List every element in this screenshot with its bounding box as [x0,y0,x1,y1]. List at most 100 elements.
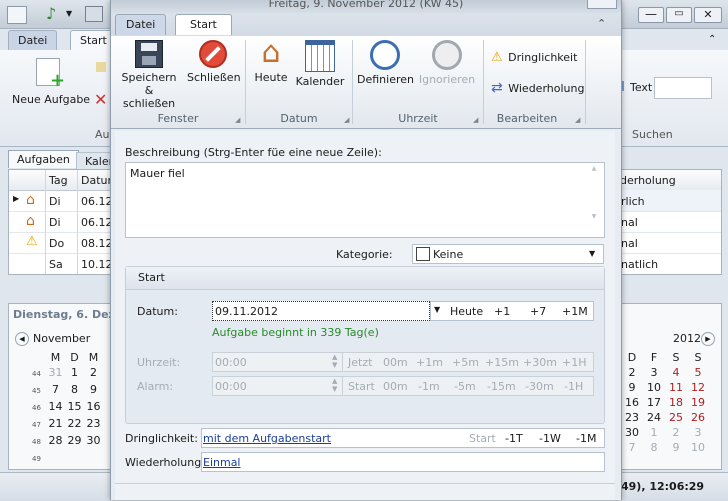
new-task-button[interactable]: Neue Aufgabe [12,93,90,106]
calendar-day[interactable]: 22 [65,416,84,431]
calendar-day[interactable]: 8 [643,440,665,455]
calendar-day[interactable]: 5 [687,365,709,380]
calendar-day[interactable]: 16 [621,395,643,410]
calendar-day[interactable]: 9 [84,382,103,397]
date-plus7-button[interactable]: +7 [530,305,546,318]
calendar-day[interactable]: 2 [665,425,687,440]
close-task-button[interactable]: Schließen [187,40,241,84]
repeat-field[interactable]: Einmal [201,452,605,472]
calendar-day[interactable]: 4 [665,365,687,380]
minimize-button[interactable]: — [638,7,664,23]
calendar-day[interactable]: 1 [65,365,84,380]
urgency-field[interactable]: mit dem Aufgabenstart Start -1T -1W -1M [201,428,605,448]
calendar-day[interactable]: 9 [621,380,643,395]
time-spinner-icon[interactable]: ▲ ▼ [332,353,337,369]
urgency-start-button[interactable]: Start [469,432,496,445]
calendar-day[interactable]: 19 [687,395,709,410]
date-dropdown-icon[interactable]: ▼ [434,305,440,314]
edit-icon[interactable] [96,62,106,72]
urgency-minus1w-button[interactable]: -1W [539,432,561,445]
calendar-button[interactable]: Kalender [295,40,345,88]
repeat-value[interactable]: Einmal [203,456,241,469]
calendar-day[interactable]: 25 [665,410,687,425]
next-month-button[interactable]: ▶ [701,332,715,346]
alarm-start-button[interactable]: Start [348,380,375,393]
tab-datei[interactable]: Datei [115,14,167,35]
urgency-minus1t-button[interactable]: -1T [505,432,523,445]
alarm-minus15m-button[interactable]: -15m [487,380,516,393]
time-00m-button[interactable]: 00m [383,356,408,369]
calendar-day[interactable]: 18 [665,395,687,410]
alarm-minus30m-button[interactable]: -30m [525,380,554,393]
ribbon-collapse-icon[interactable]: ⌃ [597,17,606,30]
calendar-day[interactable]: 16 [84,399,103,414]
alarm-00m-button[interactable]: 00m [383,380,408,393]
textarea-scrollbar[interactable]: ▲ ▼ [588,165,600,233]
calendar-day[interactable]: 21 [46,416,65,431]
calendar-day[interactable]: 7 [46,382,65,397]
maximize-button[interactable]: ▭ [666,7,692,23]
date-plus1m-button[interactable]: +1M [562,305,588,318]
search-text-input[interactable] [654,77,712,99]
calendar-day[interactable]: 14 [46,399,65,414]
header-wiederholung[interactable]: derholung [620,174,676,187]
calendar-day[interactable]: 9 [665,440,687,455]
bg-ribbon-collapse-icon[interactable]: ⌃ [708,34,716,45]
date-today-button[interactable]: Heute [450,305,483,318]
urgency-button[interactable]: ⚠ Dringlichkeit [491,49,577,67]
calendar-day[interactable]: 3 [643,365,665,380]
delete-icon[interactable]: ✕ [94,90,107,109]
time-now-button[interactable]: Jetzt [348,356,372,369]
define-time-button[interactable]: Definieren [357,40,414,86]
date-input[interactable]: 09.11.2012 [212,301,430,321]
calendar-day[interactable]: 7 [621,440,643,455]
music-note-icon[interactable]: ♪ [46,4,56,23]
dialog-launcher-icon[interactable]: ◢ [575,116,580,124]
calendar-day[interactable]: 31 [46,365,65,380]
repeat-button[interactable]: ⇄ Wiederholung [491,79,584,97]
save-close-button[interactable]: Speichern & schließen [117,40,181,110]
calendar-day[interactable]: 12 [687,380,709,395]
alarm-minus1m-button[interactable]: -1m [418,380,440,393]
calendar-day[interactable]: 15 [65,399,84,414]
time-plus5m-button[interactable]: +5m [452,356,479,369]
bg-tab-datei[interactable]: Datei [8,30,58,51]
calendar-day[interactable]: 17 [643,395,665,410]
urgency-value[interactable]: mit dem Aufgabenstart [203,432,331,445]
time-plus1m-button[interactable]: +1m [416,356,443,369]
description-textarea[interactable]: Mauer fiel ▲ ▼ [125,162,605,238]
category-select[interactable]: Keine ▼ [412,244,604,264]
time-plus1h-button[interactable]: +1H [562,356,587,369]
calendar-day[interactable]: 23 [621,410,643,425]
calendar-day[interactable]: 10 [687,440,709,455]
alarm-spinner-icon[interactable]: ▲ ▼ [332,377,337,393]
dialog-launcher-icon[interactable]: ◢ [235,116,240,124]
close-button[interactable]: ✕ [694,7,722,23]
calendar-day[interactable]: 26 [687,410,709,425]
date-plus1-button[interactable]: +1 [494,305,510,318]
ignore-time-button[interactable]: Ignorieren [417,40,477,86]
header-tag[interactable]: Tag [49,174,68,187]
calendar-day[interactable]: 11 [665,380,687,395]
calendar-day[interactable]: 29 [65,433,84,448]
quick-access-dropdown-icon[interactable]: ▼ [66,9,72,18]
print-icon[interactable] [85,6,103,22]
calendar-day[interactable]: 2 [84,365,103,380]
today-button[interactable]: ⌂ Heute [251,38,291,85]
calendar-day[interactable]: 8 [65,382,84,397]
prev-month-button[interactable]: ◀ [15,332,29,346]
dialog-launcher-icon[interactable]: ◢ [473,116,478,124]
calendar-day[interactable]: 30 [621,425,643,440]
time-input[interactable]: 00:00 [212,352,344,372]
calendar-day[interactable]: 30 [84,433,103,448]
calendar-day[interactable]: 2 [621,365,643,380]
dialog-launcher-icon[interactable]: ◢ [344,116,349,124]
urgency-minus1m-button[interactable]: -1M [576,432,596,445]
calendar-day[interactable]: 28 [46,433,65,448]
time-plus30m-button[interactable]: +30m [523,356,557,369]
calendar-day[interactable]: 3 [687,425,709,440]
alarm-minus1h-button[interactable]: -1H [564,380,583,393]
calendar-day[interactable]: 10 [643,380,665,395]
window-close-button[interactable] [587,0,617,9]
time-plus15m-button[interactable]: +15m [485,356,519,369]
